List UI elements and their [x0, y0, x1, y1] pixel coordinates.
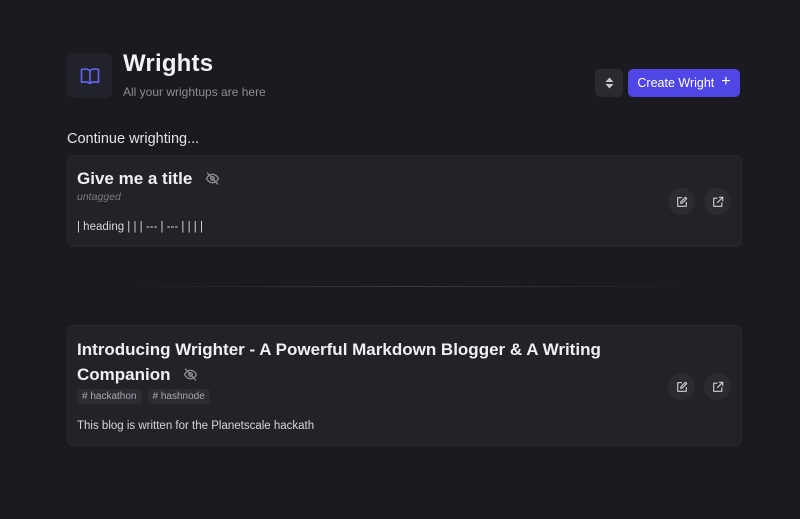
page-title: Wrights	[123, 50, 214, 77]
tag-list: # hackathon # hashnode	[77, 389, 210, 404]
tag-badge[interactable]: # hackathon	[77, 389, 142, 404]
untagged-label: untagged	[77, 191, 121, 203]
open-external-button[interactable]	[704, 188, 731, 215]
edit-icon	[676, 381, 687, 392]
plus-icon: +	[721, 73, 731, 90]
page-subtitle: All your wrightups are here	[123, 85, 266, 99]
tag-badge[interactable]: # hashnode	[147, 389, 210, 404]
continue-heading: Continue wrighting...	[67, 131, 200, 147]
sort-button[interactable]	[595, 69, 623, 97]
edit-button[interactable]	[668, 373, 695, 400]
sort-icon	[605, 77, 613, 89]
card-title[interactable]: Give me a title	[77, 166, 220, 191]
edit-button[interactable]	[668, 188, 695, 215]
create-wright-button[interactable]: Create Wright +	[628, 69, 740, 97]
card-excerpt: | heading | | | --- | --- | | | |	[77, 221, 203, 233]
wrights-page: Wrights All your wrightups are here Crea…	[0, 0, 800, 519]
card-title-text: Introducing Wrighter - A Powerful Markdo…	[77, 340, 601, 384]
external-link-icon	[712, 196, 723, 207]
card-excerpt: This blog is written for the Planetscale…	[77, 420, 315, 432]
divider	[130, 286, 690, 287]
header-icon-tile	[67, 53, 112, 98]
eye-off-icon	[183, 367, 198, 381]
edit-icon	[676, 196, 687, 207]
open-external-button[interactable]	[704, 373, 731, 400]
wright-card[interactable]: Give me a title untagged | heading | | |…	[67, 155, 742, 247]
wright-card[interactable]: Introducing Wrighter - A Powerful Markdo…	[67, 325, 742, 446]
card-title-text: Give me a title	[77, 169, 193, 188]
book-icon	[80, 67, 99, 84]
external-link-icon	[712, 381, 723, 392]
eye-off-icon	[205, 171, 220, 185]
create-wright-label: Create Wright	[637, 76, 715, 90]
card-title[interactable]: Introducing Wrighter - A Powerful Markdo…	[77, 337, 637, 387]
